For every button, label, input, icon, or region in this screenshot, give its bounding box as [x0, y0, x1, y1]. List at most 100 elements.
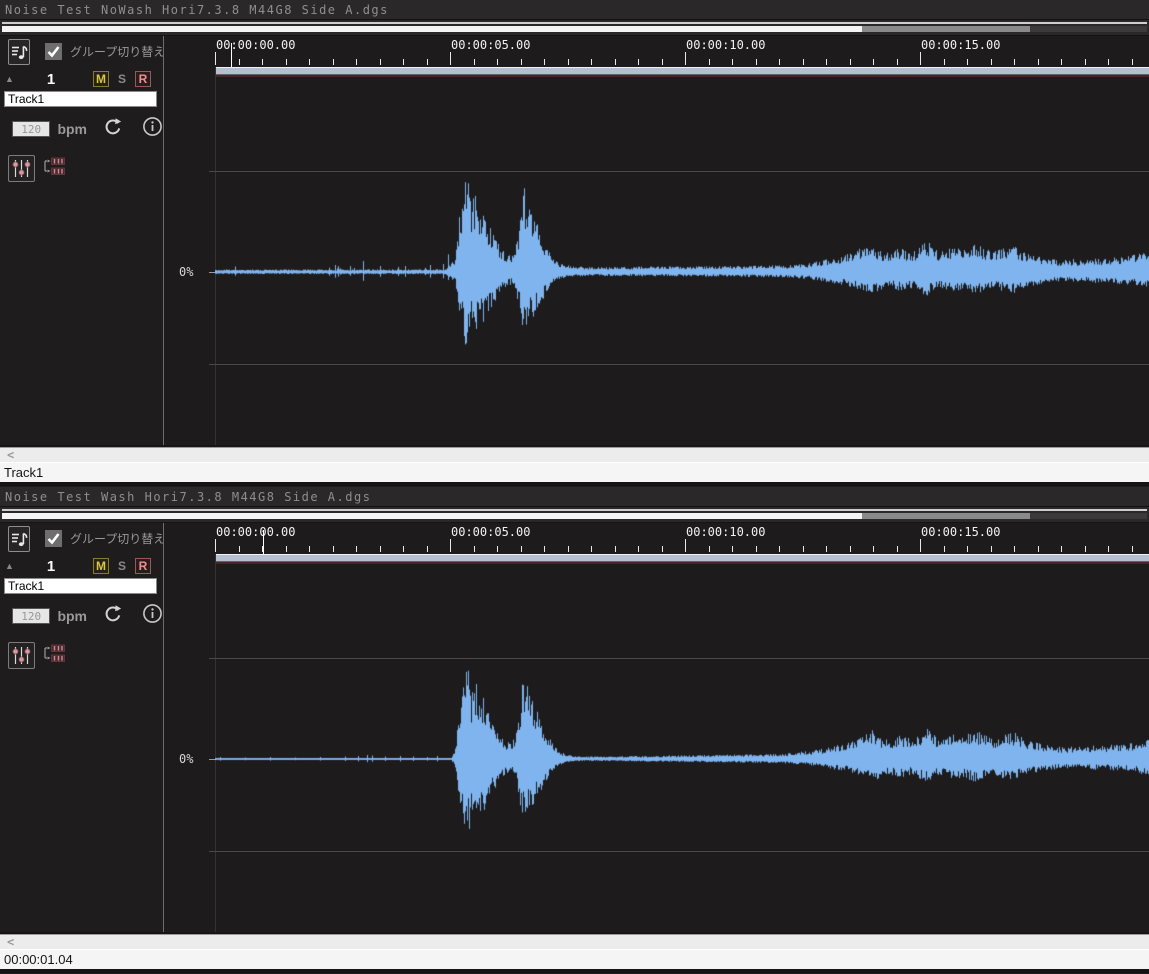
waveform-canvas[interactable] [215, 67, 1149, 445]
mute-button[interactable]: M [93, 71, 109, 87]
waveform-canvas[interactable] [215, 554, 1149, 932]
track-name-input[interactable]: Track1 [4, 578, 157, 594]
record-button[interactable]: R [135, 558, 151, 574]
scrollbar-thumb[interactable] [2, 26, 862, 32]
status-bar: Track1 [0, 462, 1149, 486]
ruler-minor-tick [1132, 59, 1133, 65]
ruler-minor-tick [427, 546, 428, 552]
amplitude-zero-label: 0% [179, 265, 193, 279]
faders-icon [10, 157, 33, 180]
ruler-minor-tick [732, 546, 733, 552]
ruler-minor-tick [638, 546, 639, 552]
record-button[interactable]: R [135, 71, 151, 87]
mute-button[interactable]: M [93, 558, 109, 574]
ruler-minor-tick [826, 59, 827, 65]
ruler-minor-tick [333, 59, 334, 65]
refresh-button[interactable] [103, 604, 122, 628]
music-note-list-icon [9, 529, 29, 549]
ruler-major-tick [685, 539, 686, 552]
ruler-minor-tick [873, 59, 874, 65]
bpm-input[interactable]: 120 [12, 121, 50, 137]
faders-icon [10, 644, 33, 667]
ruler-minor-tick [403, 59, 404, 65]
scrollbar-thumb[interactable] [2, 513, 862, 519]
horizontal-scrollbar[interactable]: < [0, 934, 1149, 949]
timeline-scrollbar[interactable] [0, 20, 1149, 36]
waveform-display[interactable]: 0% [164, 554, 1149, 932]
status-bar: 00:00:01.04 [0, 949, 1149, 973]
track-control-panel: グループ切り替え ▲ 1 M S R Track1 120 bpm [0, 523, 163, 932]
send-routing-icon[interactable] [41, 155, 67, 182]
ruler-minor-tick [286, 59, 287, 65]
mixer-button[interactable] [8, 642, 35, 669]
send-routing-icon[interactable] [41, 642, 67, 669]
ruler-minor-tick [474, 59, 475, 65]
refresh-icon [103, 117, 122, 136]
solo-button[interactable]: S [114, 71, 130, 87]
ruler-minor-tick [544, 546, 545, 552]
playhead-cursor[interactable] [263, 530, 264, 554]
ruler-minor-tick [356, 59, 357, 65]
mixer-button[interactable] [8, 155, 35, 182]
note-list-button[interactable] [8, 526, 30, 552]
scrollbar-top-line [2, 22, 1147, 24]
ruler-minor-tick [1038, 546, 1039, 552]
scrollbar-secondary-segment [862, 26, 1030, 32]
ruler-minor-tick [333, 546, 334, 552]
ruler-minor-tick [591, 546, 592, 552]
ruler-minor-tick [239, 59, 240, 65]
ruler-major-tick [450, 52, 451, 65]
solo-button[interactable]: S [114, 558, 130, 574]
ruler-minor-tick [662, 59, 663, 65]
collapse-track-icon[interactable]: ▲ [5, 74, 14, 84]
editor-window-wash: Noise Test Wash Hori7.3.8 M44G8 Side A.d… [0, 487, 1149, 974]
waveform-display[interactable]: 0% [164, 67, 1149, 445]
ruler-minor-tick [497, 59, 498, 65]
group-toggle-label: グループ切り替え [70, 43, 165, 60]
ruler-minor-tick [756, 59, 757, 65]
ruler-minor-tick [1061, 59, 1062, 65]
info-icon [142, 603, 163, 624]
collapse-track-icon[interactable]: ▲ [5, 561, 14, 571]
track-name-input[interactable]: Track1 [4, 91, 157, 107]
ruler-minor-tick [1014, 546, 1015, 552]
scrollbar-top-line [2, 509, 1147, 511]
scrollbar-secondary-segment [862, 513, 1030, 519]
ruler-minor-tick [944, 59, 945, 65]
info-icon [142, 116, 163, 137]
ruler-minor-tick [944, 546, 945, 552]
ruler-time-label: 00:00:10.00 [686, 38, 765, 52]
horizontal-scrollbar[interactable]: < [0, 447, 1149, 462]
refresh-icon [103, 604, 122, 623]
info-button[interactable] [142, 116, 163, 142]
note-list-button[interactable] [8, 39, 30, 65]
ruler-minor-tick [380, 546, 381, 552]
refresh-button[interactable] [103, 117, 122, 141]
amplitude-zero-label: 0% [179, 752, 193, 766]
ruler-minor-tick [803, 59, 804, 65]
ruler-time-label: 00:00:15.00 [921, 525, 1000, 539]
group-toggle-checkbox[interactable] [45, 530, 62, 547]
ruler-minor-tick [779, 59, 780, 65]
track-number: 1 [47, 558, 55, 575]
ruler-minor-tick [991, 546, 992, 552]
bpm-input[interactable]: 120 [12, 608, 50, 624]
playhead-cursor[interactable] [231, 43, 232, 67]
ruler-minor-tick [638, 59, 639, 65]
ruler-minor-tick [1061, 546, 1062, 552]
ruler-minor-tick [615, 546, 616, 552]
scroll-left-icon[interactable]: < [7, 448, 14, 462]
scroll-left-icon[interactable]: < [7, 935, 14, 949]
app-root: Noise Test NoWash Hori7.3.8 M44G8 Side A… [0, 0, 1149, 974]
ruler-minor-tick [309, 546, 310, 552]
ruler-minor-tick [991, 59, 992, 65]
time-ruler[interactable]: 00:00:00.0000:00:05.0000:00:10.0000:00:1… [164, 523, 1149, 554]
timeline-scrollbar[interactable] [0, 507, 1149, 523]
ruler-minor-tick [615, 59, 616, 65]
group-toggle-checkbox[interactable] [45, 43, 62, 60]
ruler-minor-tick [897, 546, 898, 552]
ruler-minor-tick [262, 59, 263, 65]
info-button[interactable] [142, 603, 163, 629]
bpm-label: bpm [57, 121, 87, 137]
time-ruler[interactable]: 00:00:00.0000:00:05.0000:00:10.0000:00:1… [164, 36, 1149, 67]
